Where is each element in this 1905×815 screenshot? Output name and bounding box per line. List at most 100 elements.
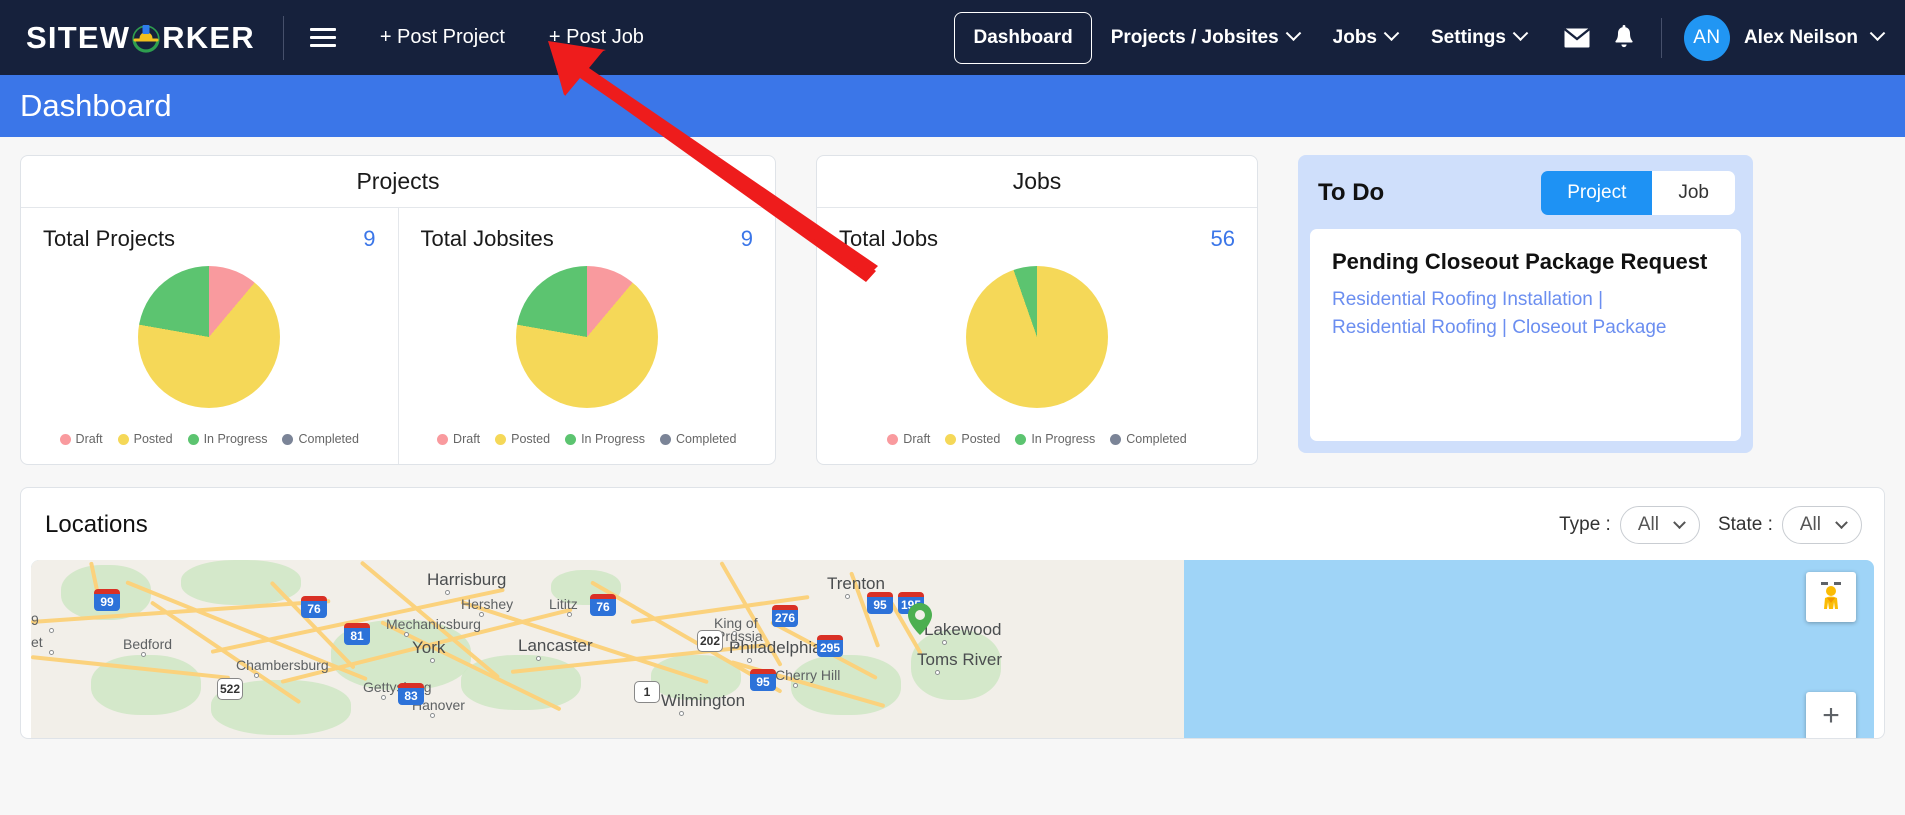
state-filter-select[interactable]: All	[1781, 506, 1862, 544]
summary-cards-row: Projects Total Projects 9 Draft Posted In …	[20, 155, 1885, 465]
map-place-label: Philadelphia	[729, 638, 822, 657]
todo-type-toggle[interactable]: Project Job	[1541, 171, 1735, 215]
map-place-label: Harrisburg	[427, 570, 507, 589]
legend-item[interactable]: Completed	[659, 432, 736, 446]
chevron-down-icon[interactable]	[1869, 25, 1886, 42]
type-filter-value: All	[1637, 514, 1659, 535]
hamburger-menu-icon[interactable]	[309, 28, 336, 47]
legend-item[interactable]: In Progress	[187, 432, 267, 446]
avatar[interactable]: AN	[1683, 14, 1730, 61]
legend-label: Completed	[1126, 432, 1187, 446]
todo-list: Pending Closeout Package Request Residen…	[1310, 229, 1741, 441]
nav-label-dashboard: Dashboard	[973, 26, 1073, 48]
type-filter-select[interactable]: All	[1619, 506, 1700, 544]
legend-item[interactable]: Completed	[282, 432, 359, 446]
legend-item[interactable]: In Progress	[1015, 432, 1095, 446]
nav-item-projects-jobsites[interactable]: Projects / Jobsites	[1096, 14, 1314, 62]
stat-total-jobs: Total Jobs 56 Draft Posted In Progress Comp…	[817, 208, 1257, 464]
zoom-in-label: +	[1822, 699, 1840, 732]
map-city-dot	[430, 658, 435, 663]
map-highway-shield: 95	[750, 669, 776, 691]
map-city-dot	[679, 711, 684, 716]
street-view-pegman-icon[interactable]	[1806, 572, 1856, 622]
legend-item[interactable]: In Progress	[565, 432, 645, 446]
stat-value-total-jobsites[interactable]: 9	[741, 226, 753, 252]
map-place-label: 9	[31, 612, 39, 628]
bell-notification-icon[interactable]	[1613, 25, 1635, 50]
map-city-dot	[935, 670, 940, 675]
post-job-button[interactable]: + Post Job	[549, 26, 644, 49]
legend-color-swatch	[495, 433, 507, 445]
username-label[interactable]: Alex Neilson	[1744, 27, 1858, 49]
nav-item-settings[interactable]: Settings	[1416, 14, 1541, 62]
map-city-dot	[49, 650, 54, 655]
map-highway-shield: 276	[772, 605, 798, 627]
chevron-down-icon	[1285, 25, 1301, 42]
todo-toggle-job[interactable]: Job	[1652, 171, 1735, 215]
legend-item[interactable]: Completed	[1110, 432, 1187, 446]
map-city-dot	[404, 632, 409, 637]
stat-value-total-projects[interactable]: 9	[363, 226, 375, 252]
legend-color-swatch	[437, 433, 449, 445]
brand-name-part1: SITEW	[26, 19, 131, 55]
map-city-dot	[845, 594, 850, 599]
nav-label-projects-jobsites: Projects / Jobsites	[1110, 26, 1279, 48]
hardhat-worker-icon	[131, 22, 161, 54]
todo-item-title: Pending Closeout Package Request	[1332, 249, 1708, 274]
legend-color-swatch	[1015, 433, 1027, 445]
map-highway-shield: 76	[301, 596, 327, 618]
legend-item[interactable]: Draft	[437, 432, 480, 446]
stat-label-total-projects: Total Projects	[43, 226, 176, 251]
legend-label: Posted	[961, 432, 1001, 446]
legend-item[interactable]: Posted	[117, 432, 173, 446]
map-place-label: Toms River	[917, 650, 1003, 669]
todo-item-link-line2[interactable]: Residential Roofing | Closeout Package	[1332, 314, 1719, 342]
nav-divider-2	[1660, 17, 1662, 58]
envelope-icon[interactable]	[1563, 27, 1591, 49]
map-place-label: Wilmington	[661, 691, 746, 710]
todo-item-link-line1[interactable]: Residential Roofing Installation |	[1332, 286, 1719, 314]
nav-divider	[282, 15, 284, 60]
map-city-dot	[793, 683, 798, 688]
map-place-label: Lititz	[549, 596, 578, 612]
location-pin-icon[interactable]	[907, 602, 933, 636]
map-place-label: York	[412, 638, 446, 657]
nav-item-dashboard[interactable]: Dashboard	[954, 11, 1092, 64]
legend-label: Draft	[903, 432, 931, 446]
legend-label: In Progress	[581, 432, 645, 446]
stat-total-jobsites: Total Jobsites 9 Draft Posted In Progress C…	[397, 208, 776, 464]
chevron-down-icon	[1673, 515, 1686, 529]
legend-item[interactable]: Draft	[59, 432, 103, 446]
legend-jobsites: Draft Posted In Progress Completed	[421, 432, 754, 446]
legend-projects: Draft Posted In Progress Completed	[43, 432, 376, 446]
post-project-button[interactable]: + Post Project	[380, 26, 505, 49]
legend-color-swatch	[187, 433, 199, 445]
legend-label: Posted	[133, 432, 173, 446]
locations-map[interactable]: Harrisburg Hershey Mechanicsburg Lititz Tren…	[31, 560, 1874, 738]
map-city-dot	[567, 612, 572, 617]
map-city-dot	[49, 628, 54, 633]
todo-panel: To Do Project Job Pending Closeout Packa…	[1298, 155, 1753, 453]
map-city-dot	[942, 640, 947, 645]
nav-item-jobs[interactable]: Jobs	[1318, 14, 1412, 62]
map-place-label: et	[31, 634, 43, 650]
legend-color-swatch	[945, 433, 957, 445]
map-highway-shield: 1	[634, 681, 660, 703]
nav-right-group: Dashboard Projects / Jobsites Jobs Setti…	[950, 11, 1886, 64]
legend-item[interactable]: Posted	[495, 432, 550, 446]
map-highway-shield: 295	[817, 635, 843, 657]
legend-item[interactable]: Posted	[945, 432, 1000, 446]
jobs-card: Jobs Total Jobs 56 Draft Posted In Progres…	[816, 155, 1258, 465]
page-header-bar: Dashboard	[0, 75, 1905, 137]
stat-total-projects: Total Projects 9 Draft Posted In Progress C…	[21, 208, 398, 464]
todo-toggle-project[interactable]: Project	[1541, 171, 1653, 215]
main-content: Projects Total Projects 9 Draft Posted In …	[0, 137, 1905, 739]
brand-logo[interactable]: SITEW RKER	[26, 20, 255, 56]
stat-value-total-jobs[interactable]: 56	[1211, 226, 1235, 252]
legend-item[interactable]: Draft	[887, 432, 930, 446]
map-highway-shield: 202	[697, 630, 723, 652]
legend-label: Posted	[511, 432, 551, 446]
legend-label: Completed	[298, 432, 359, 446]
brand-name-part2: RKER	[162, 19, 255, 55]
map-zoom-in-button[interactable]: +	[1806, 692, 1856, 738]
